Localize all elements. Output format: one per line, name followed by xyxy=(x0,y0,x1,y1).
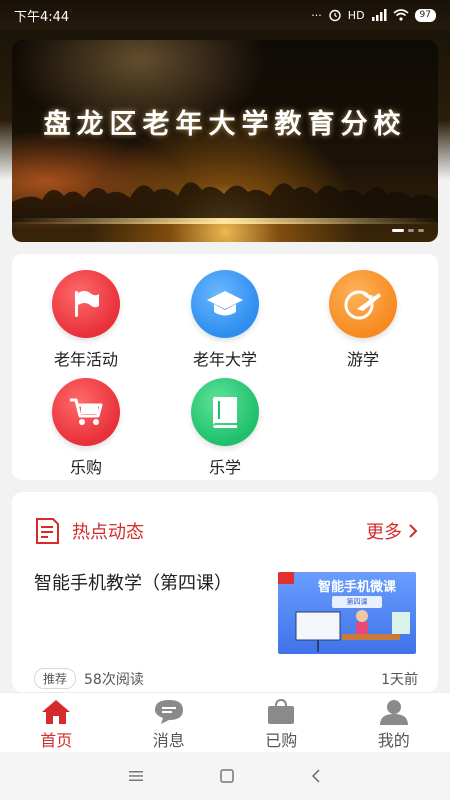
bottom-nav: 首页 消息 已购 我的 xyxy=(0,692,450,752)
carousel-dot xyxy=(418,229,424,232)
banner-glow-line xyxy=(12,218,438,224)
home-button-icon[interactable] xyxy=(219,768,235,784)
status-bar: 下午4:44 ··· HD 97 xyxy=(0,0,450,30)
hot-news-card: 热点动态 更多 智能手机教学（第四课） 智能手机微课 第四课 推荐 58次阅读 … xyxy=(12,492,438,692)
carousel-indicator xyxy=(392,229,424,232)
banner-title: 盘龙区老年大学教育分校 xyxy=(43,109,407,140)
article-thumbnail[interactable]: 智能手机微课 第四课 xyxy=(278,572,416,654)
article-meta: 推荐 58次阅读 1天前 xyxy=(34,668,418,689)
battery-indicator: 97 xyxy=(414,8,436,22)
flag-icon xyxy=(52,270,120,338)
airplane-icon xyxy=(329,270,397,338)
grid-label: 游学 xyxy=(346,350,379,369)
menu-icon[interactable] xyxy=(128,770,144,782)
wifi-icon xyxy=(393,9,409,21)
classroom-illustration xyxy=(278,572,410,652)
more-link[interactable]: 更多 xyxy=(366,518,418,544)
article-title[interactable]: 智能手机教学（第四课） xyxy=(34,572,274,596)
grid-label: 乐购 xyxy=(69,458,102,477)
news-header-left: 热点动态 xyxy=(34,517,144,545)
carousel-dot xyxy=(392,229,404,232)
graduation-cap-icon xyxy=(191,270,259,338)
chevron-right-icon xyxy=(409,524,418,538)
nav-item-mine[interactable]: 我的 xyxy=(338,693,450,752)
read-count: 58次阅读 xyxy=(84,671,144,688)
crowd-silhouette xyxy=(12,182,438,222)
grid-item-shopping[interactable]: 乐购 xyxy=(26,378,146,478)
grid-label: 老年活动 xyxy=(53,350,118,369)
shopping-bag-icon xyxy=(268,699,295,724)
article-meta-left: 推荐 58次阅读 xyxy=(34,668,144,689)
recommend-tag: 推荐 xyxy=(34,668,77,689)
signal-icon xyxy=(371,9,387,21)
nav-item-purchased[interactable]: 已购 xyxy=(225,693,337,752)
message-icon xyxy=(154,700,183,724)
nav-item-home[interactable]: 首页 xyxy=(0,693,112,752)
status-time: 下午4:44 xyxy=(14,9,70,25)
section-title: 热点动态 xyxy=(72,522,144,543)
book-icon xyxy=(191,378,259,446)
grid-item-study-tour[interactable]: 游学 xyxy=(303,270,423,370)
back-icon[interactable] xyxy=(310,768,322,784)
grid-item-senior-university[interactable]: 老年大学 xyxy=(165,270,285,370)
more-label: 更多 xyxy=(366,522,402,543)
grid-item-learning[interactable]: 乐学 xyxy=(165,378,285,478)
network-label: HD xyxy=(347,8,365,22)
status-icons: ··· HD 97 xyxy=(311,8,436,22)
user-icon xyxy=(379,700,408,725)
status-dots: ··· xyxy=(311,8,322,22)
nav-label: 我的 xyxy=(377,731,410,750)
nav-label: 已购 xyxy=(265,731,298,750)
nav-item-messages[interactable]: 消息 xyxy=(113,693,225,752)
nav-label: 首页 xyxy=(40,731,73,750)
banner-carousel[interactable]: 盘龙区老年大学教育分校 xyxy=(12,40,438,242)
feature-grid: 老年活动 老年大学 游学 乐购 乐学 xyxy=(12,254,438,480)
document-icon xyxy=(36,518,59,544)
article-time: 1天前 xyxy=(381,671,418,688)
system-nav-bar xyxy=(0,752,450,800)
nav-label: 消息 xyxy=(152,731,185,750)
grid-label: 乐学 xyxy=(208,458,241,477)
shopping-cart-icon xyxy=(52,378,120,446)
alarm-icon xyxy=(329,9,341,22)
home-icon xyxy=(42,700,71,724)
carousel-dot xyxy=(408,229,414,232)
grid-item-senior-activities[interactable]: 老年活动 xyxy=(26,270,146,370)
news-header: 热点动态 更多 xyxy=(34,516,418,546)
grid-label: 老年大学 xyxy=(192,350,257,369)
